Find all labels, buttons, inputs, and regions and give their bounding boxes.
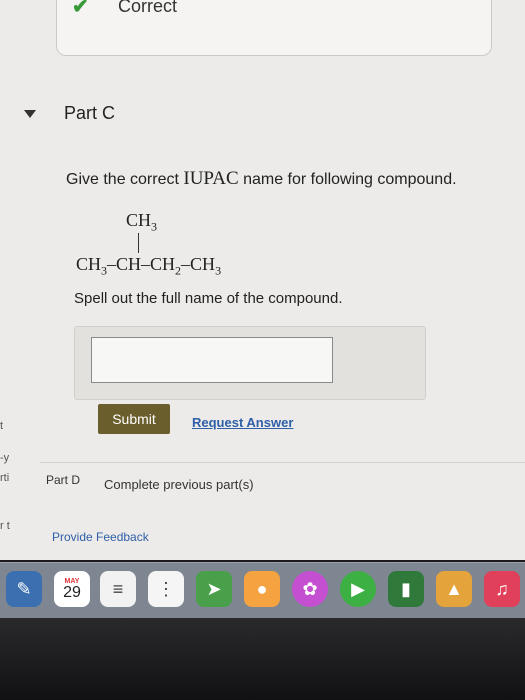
vertical-bond — [138, 233, 139, 253]
submit-button[interactable]: Submit — [98, 404, 170, 434]
question-iupac: IUPAC — [183, 168, 239, 189]
edge-fragment: t — [0, 420, 4, 432]
provide-feedback-link[interactable]: Provide Feedback — [52, 530, 149, 544]
browser-page: ✔ Correct Part C Give the correct IUPAC … — [0, 0, 525, 560]
edge-fragment: r t — [0, 520, 10, 532]
question-text: Give the correct IUPAC name for followin… — [66, 168, 457, 190]
part-d-status: Complete previous part(s) — [104, 477, 254, 492]
part-c-title[interactable]: Part C — [64, 103, 115, 124]
main-chain: CH3–CH–CH2–CH3 — [76, 254, 222, 278]
music-icon[interactable]: ♫ — [484, 571, 520, 607]
edge-fragment: -y — [0, 452, 10, 464]
checkmark-icon: ✔ — [72, 0, 89, 18]
calendar-icon[interactable]: MAY 29 — [54, 571, 90, 607]
numbers-icon[interactable]: ▮ — [388, 571, 424, 607]
notes-icon[interactable]: ≡ — [100, 571, 136, 607]
edge-fragment: rti — [0, 472, 10, 484]
request-answer-link[interactable]: Request Answer — [192, 415, 293, 430]
question-pre: Give the correct — [66, 171, 184, 188]
messages-icon[interactable]: ● — [244, 571, 280, 607]
collapse-caret-icon[interactable] — [24, 110, 36, 118]
facetime-icon[interactable]: ▶ — [340, 571, 376, 607]
reminders-icon[interactable]: ⋮ — [148, 571, 184, 607]
preview-icon[interactable]: ✎ — [6, 571, 42, 607]
answer-panel — [74, 326, 426, 400]
laptop-bezel — [0, 618, 525, 700]
divider — [40, 462, 525, 463]
keynote-icon[interactable]: ▲ — [436, 571, 472, 607]
instruction-text: Spell out the full name of the compound. — [74, 290, 343, 307]
question-post: name for following compound. — [238, 171, 457, 188]
calendar-day: 29 — [63, 583, 81, 601]
photos-icon[interactable]: ✿ — [292, 571, 328, 607]
correct-status-label: Correct — [118, 0, 178, 16]
branch-methyl: CH3 — [126, 210, 158, 234]
maps-icon[interactable]: ➤ — [196, 571, 232, 607]
dock: ✎ MAY 29 ≡ ⋮ ➤ ● ✿ ▶ ▮ ▲ ♫ — [0, 562, 525, 619]
part-d-title[interactable]: Part D — [46, 473, 80, 487]
answer-input[interactable] — [91, 337, 333, 383]
